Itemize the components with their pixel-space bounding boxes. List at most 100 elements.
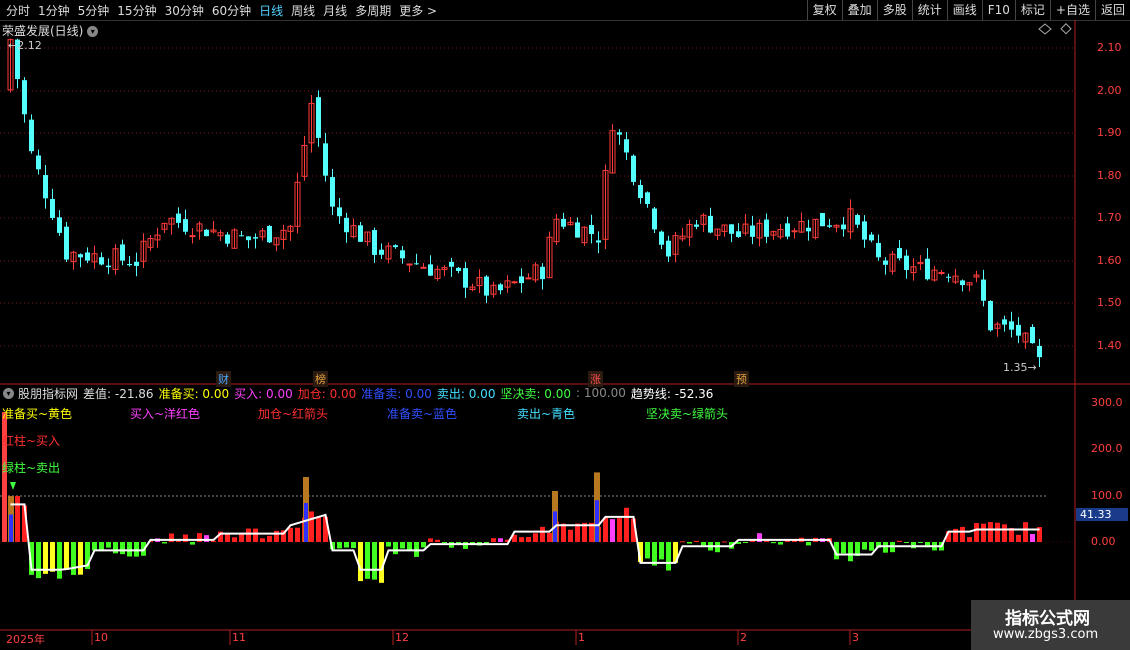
indicator-bar	[309, 511, 314, 542]
low-price-value: 1.35	[1003, 361, 1028, 374]
indicator-bar	[967, 537, 972, 542]
indicator-bar	[127, 542, 132, 557]
candle	[750, 225, 755, 237]
indicator-bar	[57, 542, 62, 579]
indicator-bar	[904, 542, 909, 543]
candle	[36, 155, 41, 170]
indicator-bar	[1002, 524, 1007, 542]
candle	[337, 207, 342, 217]
indicator-bar	[435, 539, 440, 542]
candle	[883, 260, 888, 265]
candle	[785, 223, 790, 237]
candle	[50, 199, 55, 218]
candle	[1037, 345, 1042, 358]
indicator-bar	[421, 542, 426, 548]
indicator-name: 股朋指标网	[18, 386, 79, 401]
indicator-bar	[204, 535, 209, 542]
indicator-bar	[624, 507, 629, 542]
candle	[938, 271, 945, 274]
price-axis-label: 1.40	[1097, 339, 1122, 352]
indicator-bar	[372, 542, 377, 580]
indicator-bar	[274, 530, 279, 542]
indicator-toggle-icon[interactable]: ▾	[3, 387, 14, 399]
candle	[1016, 324, 1021, 336]
indicator-bar	[365, 542, 370, 579]
event-tag[interactable]: 预	[734, 371, 749, 387]
highlight-bar	[304, 503, 308, 542]
candle	[820, 212, 825, 227]
indicator-bar	[260, 538, 265, 542]
event-tag[interactable]: 财	[216, 371, 231, 387]
indicator-bar	[253, 528, 258, 542]
indicator-bar	[15, 496, 20, 542]
candle	[267, 225, 272, 243]
candle	[764, 219, 769, 237]
dropdown-icon[interactable]: ▾	[87, 26, 99, 37]
event-tag[interactable]: 涨	[588, 371, 603, 387]
indicator-bar	[134, 542, 139, 557]
current-value-badge: 41.33	[1076, 508, 1128, 521]
candle	[204, 229, 209, 237]
candle	[498, 284, 503, 291]
candle	[575, 222, 580, 238]
candle	[253, 237, 258, 239]
candle	[43, 175, 48, 199]
indicator-bar	[225, 533, 230, 542]
indicator-bar	[841, 542, 846, 554]
indicator-bar	[659, 542, 664, 560]
candle	[652, 208, 657, 230]
legend-item-7: 绿柱~卖出	[2, 461, 61, 475]
candle	[393, 245, 398, 248]
indicator-value-0: 差值: -21.86	[83, 386, 154, 401]
diamond-icon	[1038, 23, 1052, 35]
legend-item-5: 坚决卖~绿箭头	[646, 407, 729, 421]
high-price-label: ←2.12	[8, 39, 42, 52]
chart-canvas[interactable]	[0, 0, 1130, 650]
candle	[225, 234, 230, 244]
legend-item-6: 红柱~买入	[2, 434, 61, 448]
candle	[638, 185, 643, 199]
candle	[183, 219, 188, 232]
highlight-bar	[9, 514, 13, 542]
watermark-url: www.zbgs3.com	[993, 627, 1099, 642]
indicator-bar	[1030, 534, 1035, 542]
legend-item-2: 加仓~红箭头	[258, 407, 329, 421]
indicator-value-4: 准备卖: 0.00	[361, 386, 432, 401]
candle	[379, 249, 384, 255]
indicator-axis-label: 300.0	[1091, 396, 1123, 409]
indicator-bar	[442, 542, 447, 543]
watermark: 指标公式网 www.zbgs3.com	[971, 600, 1130, 650]
indicator-bar	[400, 542, 405, 549]
indicator-bar	[533, 533, 538, 542]
indicator-bar	[526, 537, 531, 542]
indicator-bar	[806, 542, 811, 546]
indicator-bar	[176, 541, 181, 543]
candle	[666, 240, 671, 257]
indicator-bar	[960, 526, 965, 542]
indicator-bar	[897, 540, 902, 542]
indicator-bar	[568, 529, 573, 542]
candle	[99, 257, 104, 265]
indicator-axis-label: 200.0	[1091, 442, 1123, 455]
candle	[358, 225, 363, 242]
indicator-bar	[106, 542, 111, 548]
candle	[624, 139, 629, 153]
indicator-bar	[71, 542, 76, 575]
candle	[876, 242, 881, 258]
date-axis-label: 3	[852, 631, 859, 644]
event-tag[interactable]: 榜	[313, 371, 328, 387]
indicator-bar	[1023, 522, 1028, 542]
candle	[946, 276, 951, 278]
price-axis-label: 1.70	[1097, 211, 1122, 224]
candle	[617, 132, 622, 135]
candle	[736, 231, 741, 237]
candle	[414, 263, 419, 265]
candle	[246, 236, 251, 241]
indicator-bar	[778, 542, 783, 545]
indicator-bar	[645, 542, 650, 559]
indicator-bar	[771, 542, 776, 544]
indicator-bar	[666, 542, 671, 571]
indicator-bar	[463, 542, 468, 549]
indicator-bar	[162, 542, 167, 544]
candle	[897, 248, 902, 259]
